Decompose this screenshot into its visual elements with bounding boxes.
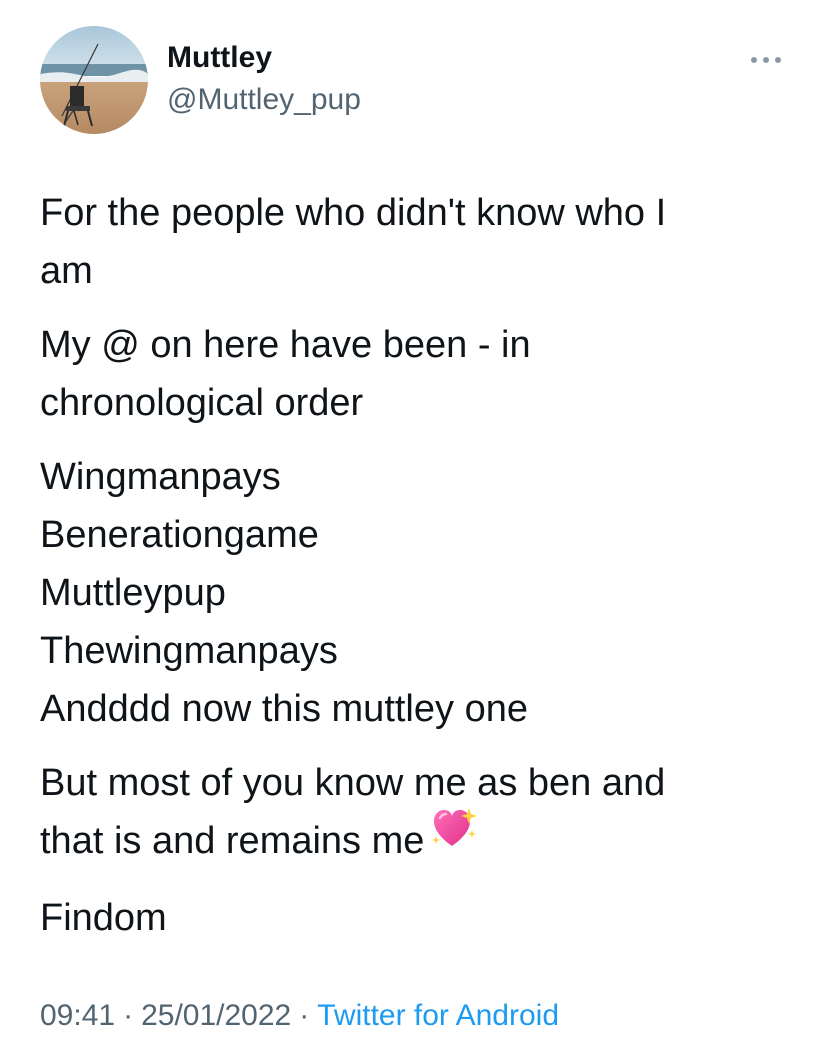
tweet: Muttley @Muttley_pup For the people who … (0, 0, 828, 1061)
text-line: Thewingmanpays (40, 630, 338, 672)
tweet-source-link[interactable]: Twitter for Android (317, 999, 559, 1032)
text-line: Benerationgame (40, 514, 319, 556)
sparkling-heart-emoji-icon (432, 806, 478, 867)
separator: · (299, 999, 310, 1032)
tweet-header: Muttley @Muttley_pup (40, 26, 800, 136)
tweet-paragraph: But most of you know me as ben and that … (40, 754, 800, 873)
tweet-paragraph: Wingmanpays Benerationgame Muttleypup Th… (40, 448, 800, 738)
more-horizontal-icon[interactable] (748, 50, 784, 70)
avatar[interactable] (40, 26, 148, 134)
text-line: Wingmanpays (40, 456, 281, 498)
text-line: that is and remains me (40, 808, 800, 873)
tweet-paragraph: My @ on here have been - in chronologica… (40, 316, 800, 432)
tweet-date[interactable]: 25/01/2022 (141, 999, 291, 1032)
text-line: Muttleypup (40, 572, 226, 614)
tweet-metadata: 09:41 · 25/01/2022 · Twitter for Android (40, 996, 559, 1036)
user-names: Muttley @Muttley_pup (167, 40, 361, 118)
text-line: am (40, 250, 93, 292)
tweet-paragraph: For the people who didn't know who I am (40, 184, 800, 300)
text-line: My @ on here have been - in (40, 324, 531, 366)
tweet-text: For the people who didn't know who I am … (40, 184, 800, 947)
display-name[interactable]: Muttley (167, 40, 361, 76)
separator: · (123, 999, 134, 1032)
beach-fishing-chair-avatar-icon (40, 26, 148, 134)
text-line: Findom (40, 897, 167, 940)
text-line: Andddd now this muttley one (40, 688, 528, 730)
user-handle[interactable]: @Muttley_pup (167, 82, 361, 118)
text-line: chronological order (40, 382, 364, 424)
text-line: But most of you know me as ben and (40, 762, 666, 804)
text-line: For the people who didn't know who I (40, 192, 667, 234)
text-segment: that is and remains me (40, 820, 425, 862)
tweet-time[interactable]: 09:41 (40, 999, 115, 1032)
tweet-paragraph: Findom (40, 889, 800, 947)
